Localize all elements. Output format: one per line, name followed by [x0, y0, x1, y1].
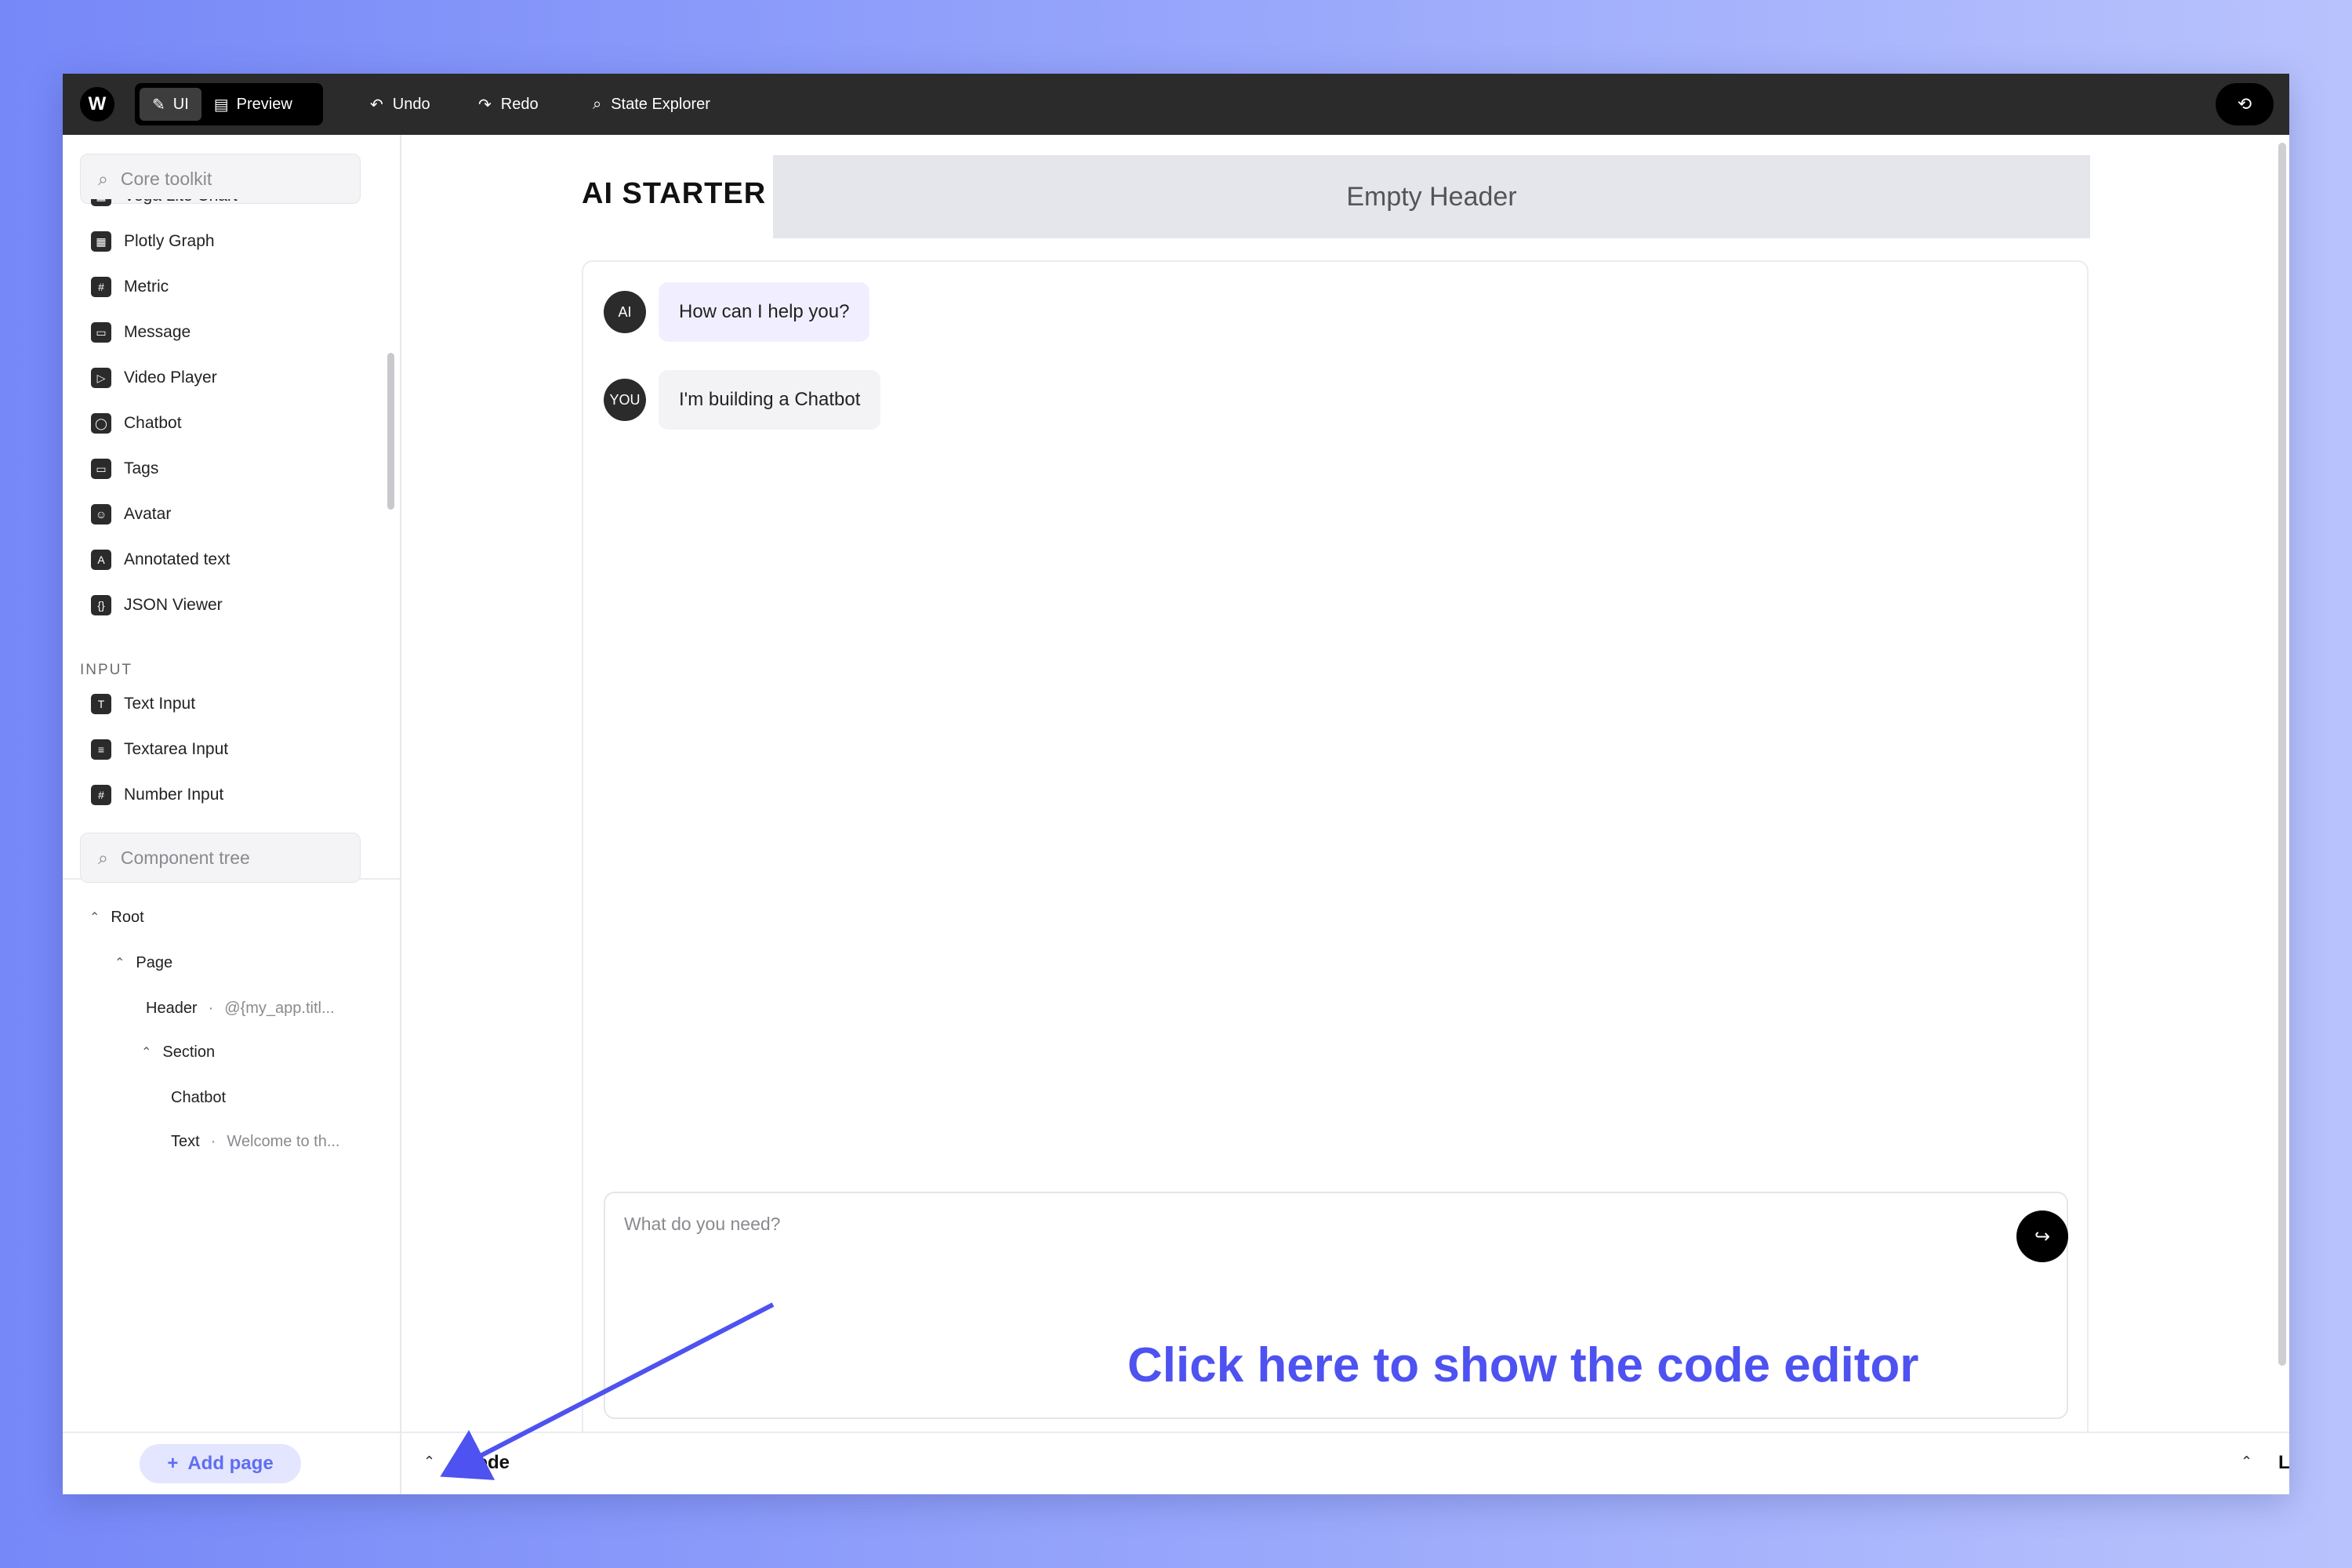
toolkit-item-vega[interactable]: ▦ Vega Lite Chart	[91, 199, 238, 212]
tree-node-text[interactable]: Text · Welcome to th...	[171, 1127, 340, 1156]
toolkit-item-plotly-graph[interactable]: ▦ Plotly Graph	[91, 226, 215, 257]
category-input-label: INPUT	[80, 662, 132, 678]
chevron-up-icon[interactable]: ⌃	[141, 1044, 151, 1060]
sidebar-footer: + Add page	[63, 1432, 400, 1494]
preview-icon: ▤	[213, 96, 229, 114]
toolkit-scrollbar[interactable]	[387, 353, 394, 510]
annotation-arrow	[440, 1302, 775, 1480]
undo-button[interactable]: ↶ Undo	[370, 74, 430, 135]
tree-node-header[interactable]: Header · @{my_app.titl...	[146, 994, 335, 1022]
chevron-up-icon[interactable]: ⌃	[114, 955, 125, 971]
undo-icon: ↶	[370, 96, 383, 114]
toolkit-item-chatbot[interactable]: ◯ Chatbot	[91, 408, 182, 439]
toolkit-search-input[interactable]: ⌕ Core toolkit	[80, 154, 361, 204]
toolkit-item-annotated-text[interactable]: A Annotated text	[91, 544, 230, 575]
toolkit-item-metric[interactable]: # Metric	[91, 271, 169, 303]
hash-icon: #	[91, 277, 111, 297]
toolkit-item-message[interactable]: ▭ Message	[91, 317, 191, 348]
toolkit-item-avatar[interactable]: ☺ Avatar	[91, 499, 171, 530]
pencil-icon: ✎	[152, 96, 165, 114]
mode-switcher: ✎ UI ▤ Preview	[135, 83, 323, 125]
message-icon: ▭	[91, 322, 111, 343]
tree-node-section[interactable]: ⌃ Section	[141, 1038, 215, 1066]
text-input-icon: T	[91, 694, 111, 714]
sidebar: ⌕ Core toolkit ▦ Vega Lite Chart ▦ Plotl…	[63, 135, 401, 1494]
annotated-text-icon: A	[91, 550, 111, 570]
component-tree-search-input[interactable]: ⌕ Component tree	[80, 833, 361, 883]
toolkit-item-tags[interactable]: ▭ Tags	[91, 453, 158, 485]
tag-icon: ▭	[91, 459, 111, 479]
tree-node-subtitle: ·	[208, 999, 214, 1017]
redo-button[interactable]: ↷ Redo	[478, 74, 539, 135]
toolkit-item-number-input[interactable]: # Number Input	[91, 779, 223, 811]
mode-preview-button[interactable]: ▤ Preview	[201, 88, 305, 121]
chevron-up-icon[interactable]: ⌃	[89, 909, 100, 925]
toolkit-item-json-viewer[interactable]: {} JSON Viewer	[91, 590, 223, 621]
redo-icon: ↷	[478, 96, 492, 114]
json-icon: {}	[91, 595, 111, 615]
mode-ui-button[interactable]: ✎ UI	[140, 88, 201, 121]
sync-button[interactable]: ⟲	[2216, 83, 2274, 125]
toolkit-item-video-player[interactable]: ▷ Video Player	[91, 362, 217, 394]
tree-node-subtitle: ·	[210, 1132, 216, 1150]
avatar-icon: ☺	[91, 504, 111, 524]
toolkit-item-textarea-input[interactable]: ≡ Textarea Input	[91, 734, 228, 765]
search-icon: ⌕	[98, 847, 108, 868]
textarea-icon: ≡	[91, 739, 111, 760]
sync-icon: ⟲	[2237, 94, 2252, 114]
plus-icon: +	[167, 1453, 179, 1474]
chart-icon: ▦	[91, 199, 111, 206]
builder-window: W ✎ UI ▤ Preview ↶ Undo ↷ Redo ⌕ State E…	[63, 74, 2289, 1494]
plotly-icon: ▦	[91, 231, 111, 252]
main-canvas: AI STARTER Empty Header AI How can I hel…	[401, 135, 2289, 1494]
tree-node-chatbot[interactable]: Chatbot	[171, 1083, 226, 1112]
chatbot-icon: ◯	[91, 413, 111, 434]
tree-node-root[interactable]: ⌃ Root	[89, 903, 144, 931]
search-icon: ⌕	[98, 168, 108, 189]
video-icon: ▷	[91, 368, 111, 388]
toolkit-item-text-input[interactable]: T Text Input	[91, 688, 195, 720]
state-explorer-button[interactable]: ⌕ State Explorer	[593, 74, 710, 135]
search-icon: ⌕	[593, 95, 602, 113]
writer-logo-icon[interactable]: W	[80, 87, 114, 122]
number-input-icon: #	[91, 785, 111, 805]
top-bar: W ✎ UI ▤ Preview ↶ Undo ↷ Redo ⌕ State E…	[63, 74, 2289, 135]
toolkit-list: ▦ Vega Lite Chart ▦ Plotly Graph # Metri…	[63, 199, 400, 878]
add-page-button[interactable]: + Add page	[140, 1444, 301, 1483]
tree-node-page[interactable]: ⌃ Page	[114, 949, 172, 977]
